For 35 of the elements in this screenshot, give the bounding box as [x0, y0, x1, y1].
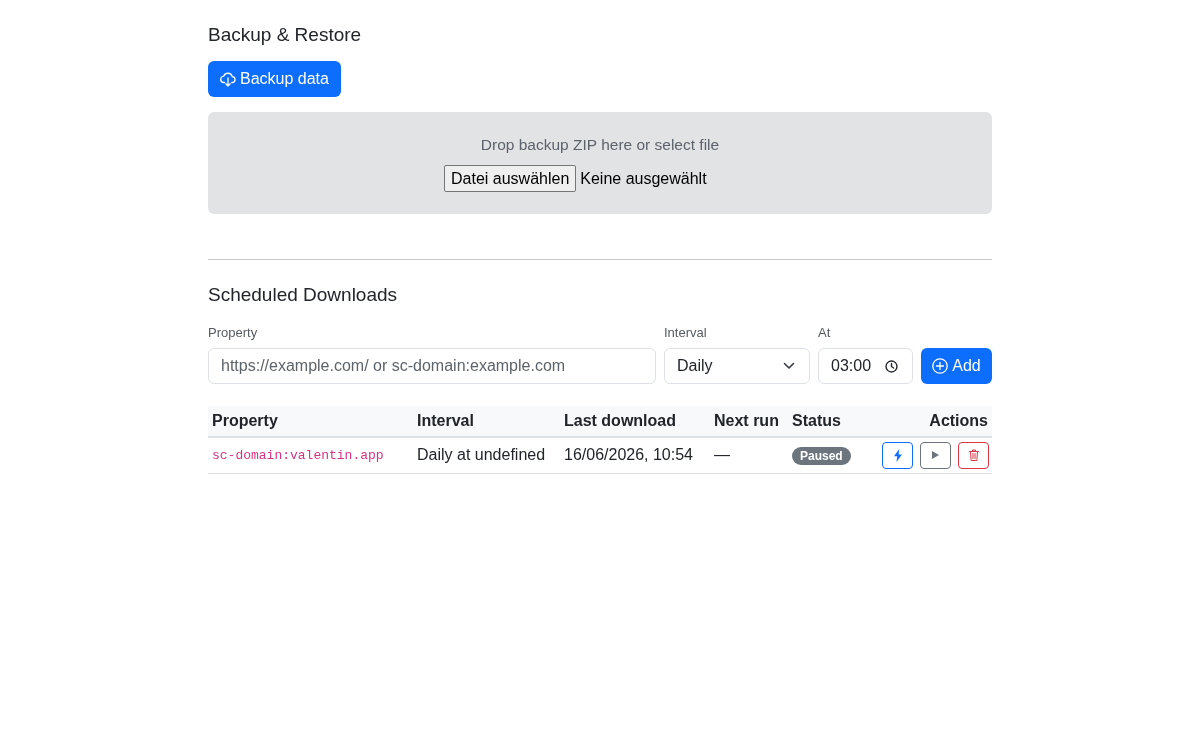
drop-zone[interactable]: Drop backup ZIP here or select file Datei auswählen Keine ausgewählt [208, 112, 992, 214]
add-button[interactable]: Add [921, 348, 992, 384]
file-status-text: Keine ausgewählt [580, 168, 707, 189]
property-code: sc-domain:valentin.app [208, 437, 413, 473]
choose-file-button[interactable]: Datei auswählen [444, 165, 577, 192]
field-label: At [818, 324, 831, 342]
property-input[interactable]: https://example.com/ or sc-domain:example.com [208, 348, 656, 384]
trash-icon [968, 449, 979, 462]
run-now-button[interactable] [882, 441, 913, 469]
section-title: Backup & Restore [208, 23, 362, 47]
time-input[interactable]: 03:00 [818, 348, 913, 384]
clock-icon [885, 359, 898, 373]
table-cell: 16/06/2026, 10:54 [560, 437, 710, 473]
lightning-icon [893, 448, 902, 462]
column-header: Last download [560, 406, 710, 437]
table-cell: Daily at undefined [413, 437, 560, 473]
column-header: Status [788, 406, 863, 437]
table-cell: — [710, 437, 788, 473]
status-badge: Paused [792, 447, 851, 466]
delete-button[interactable] [958, 441, 989, 469]
field-label: Interval [664, 324, 707, 342]
play-icon [932, 451, 939, 460]
column-header: Property [208, 406, 413, 437]
section-title: Scheduled Downloads [208, 283, 398, 307]
resume-button[interactable] [920, 441, 951, 469]
column-header: Interval [413, 406, 560, 437]
column-header: Next run [710, 406, 788, 437]
plus-circle-icon [932, 358, 949, 374]
cloud-download-icon [220, 71, 236, 87]
drop-zone-text: Drop backup ZIP here or select file [480, 135, 720, 155]
chevron-down-icon [783, 362, 795, 370]
column-header: Actions [863, 406, 992, 437]
interval-select[interactable]: Daily [664, 348, 810, 384]
field-label: Property [208, 324, 258, 342]
backup-button[interactable]: Backup data [208, 61, 341, 97]
